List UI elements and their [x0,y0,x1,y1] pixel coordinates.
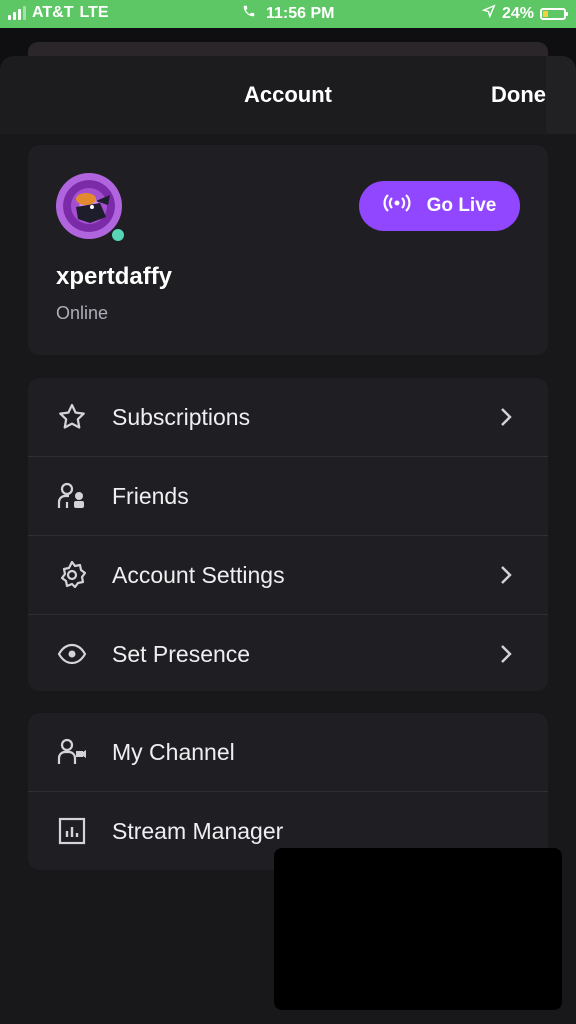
menu-section-channel: My Channel Stream Manager [28,713,548,870]
menu-item-my-channel[interactable]: My Channel [28,713,548,792]
chevron-right-icon [498,643,514,665]
battery-icon [540,7,568,20]
menu-label: Friends [112,483,189,509]
picture-in-picture-player[interactable] [274,848,562,1010]
stream-manager-icon [56,815,88,847]
page-title: Account [244,82,332,107]
location-icon [481,4,496,23]
gear-icon [56,559,88,591]
menu-label: My Channel [112,739,235,765]
profile-card: Go Live xpertdaffy Online [28,145,548,355]
friends-icon [56,480,88,512]
chevron-right-icon [498,564,514,586]
menu-section-account: Subscriptions Friends Account Settings S… [28,378,548,691]
menu-item-subscriptions[interactable]: Subscriptions [28,378,548,457]
chevron-right-icon [498,406,514,428]
menu-label: Subscriptions [112,404,251,430]
broadcast-icon [383,193,411,219]
phone-icon [242,4,256,23]
battery-percent: 24% [501,4,534,22]
eye-icon [56,638,88,670]
menu-item-set-presence[interactable]: Set Presence [28,615,548,693]
online-status-dot [110,227,126,243]
go-live-label: Go Live [426,195,497,216]
menu-label: Set Presence [112,641,251,667]
done-button[interactable]: Done [491,82,546,108]
go-live-button[interactable]: Go Live [359,181,520,231]
menu-label: Stream Manager [112,818,284,844]
menu-item-friends[interactable]: Friends [28,457,548,536]
presence-status: Online [56,303,109,323]
clock: 11:56 PM [265,5,335,22]
star-icon [56,401,88,433]
menu-item-account-settings[interactable]: Account Settings [28,536,548,615]
menu-label: Account Settings [112,562,285,588]
username: xpertdaffy [56,263,173,290]
status-right: 24% [481,4,568,23]
status-bar: AT&T LTE 11:56 PM 24% [0,0,576,28]
channel-icon [56,736,88,768]
